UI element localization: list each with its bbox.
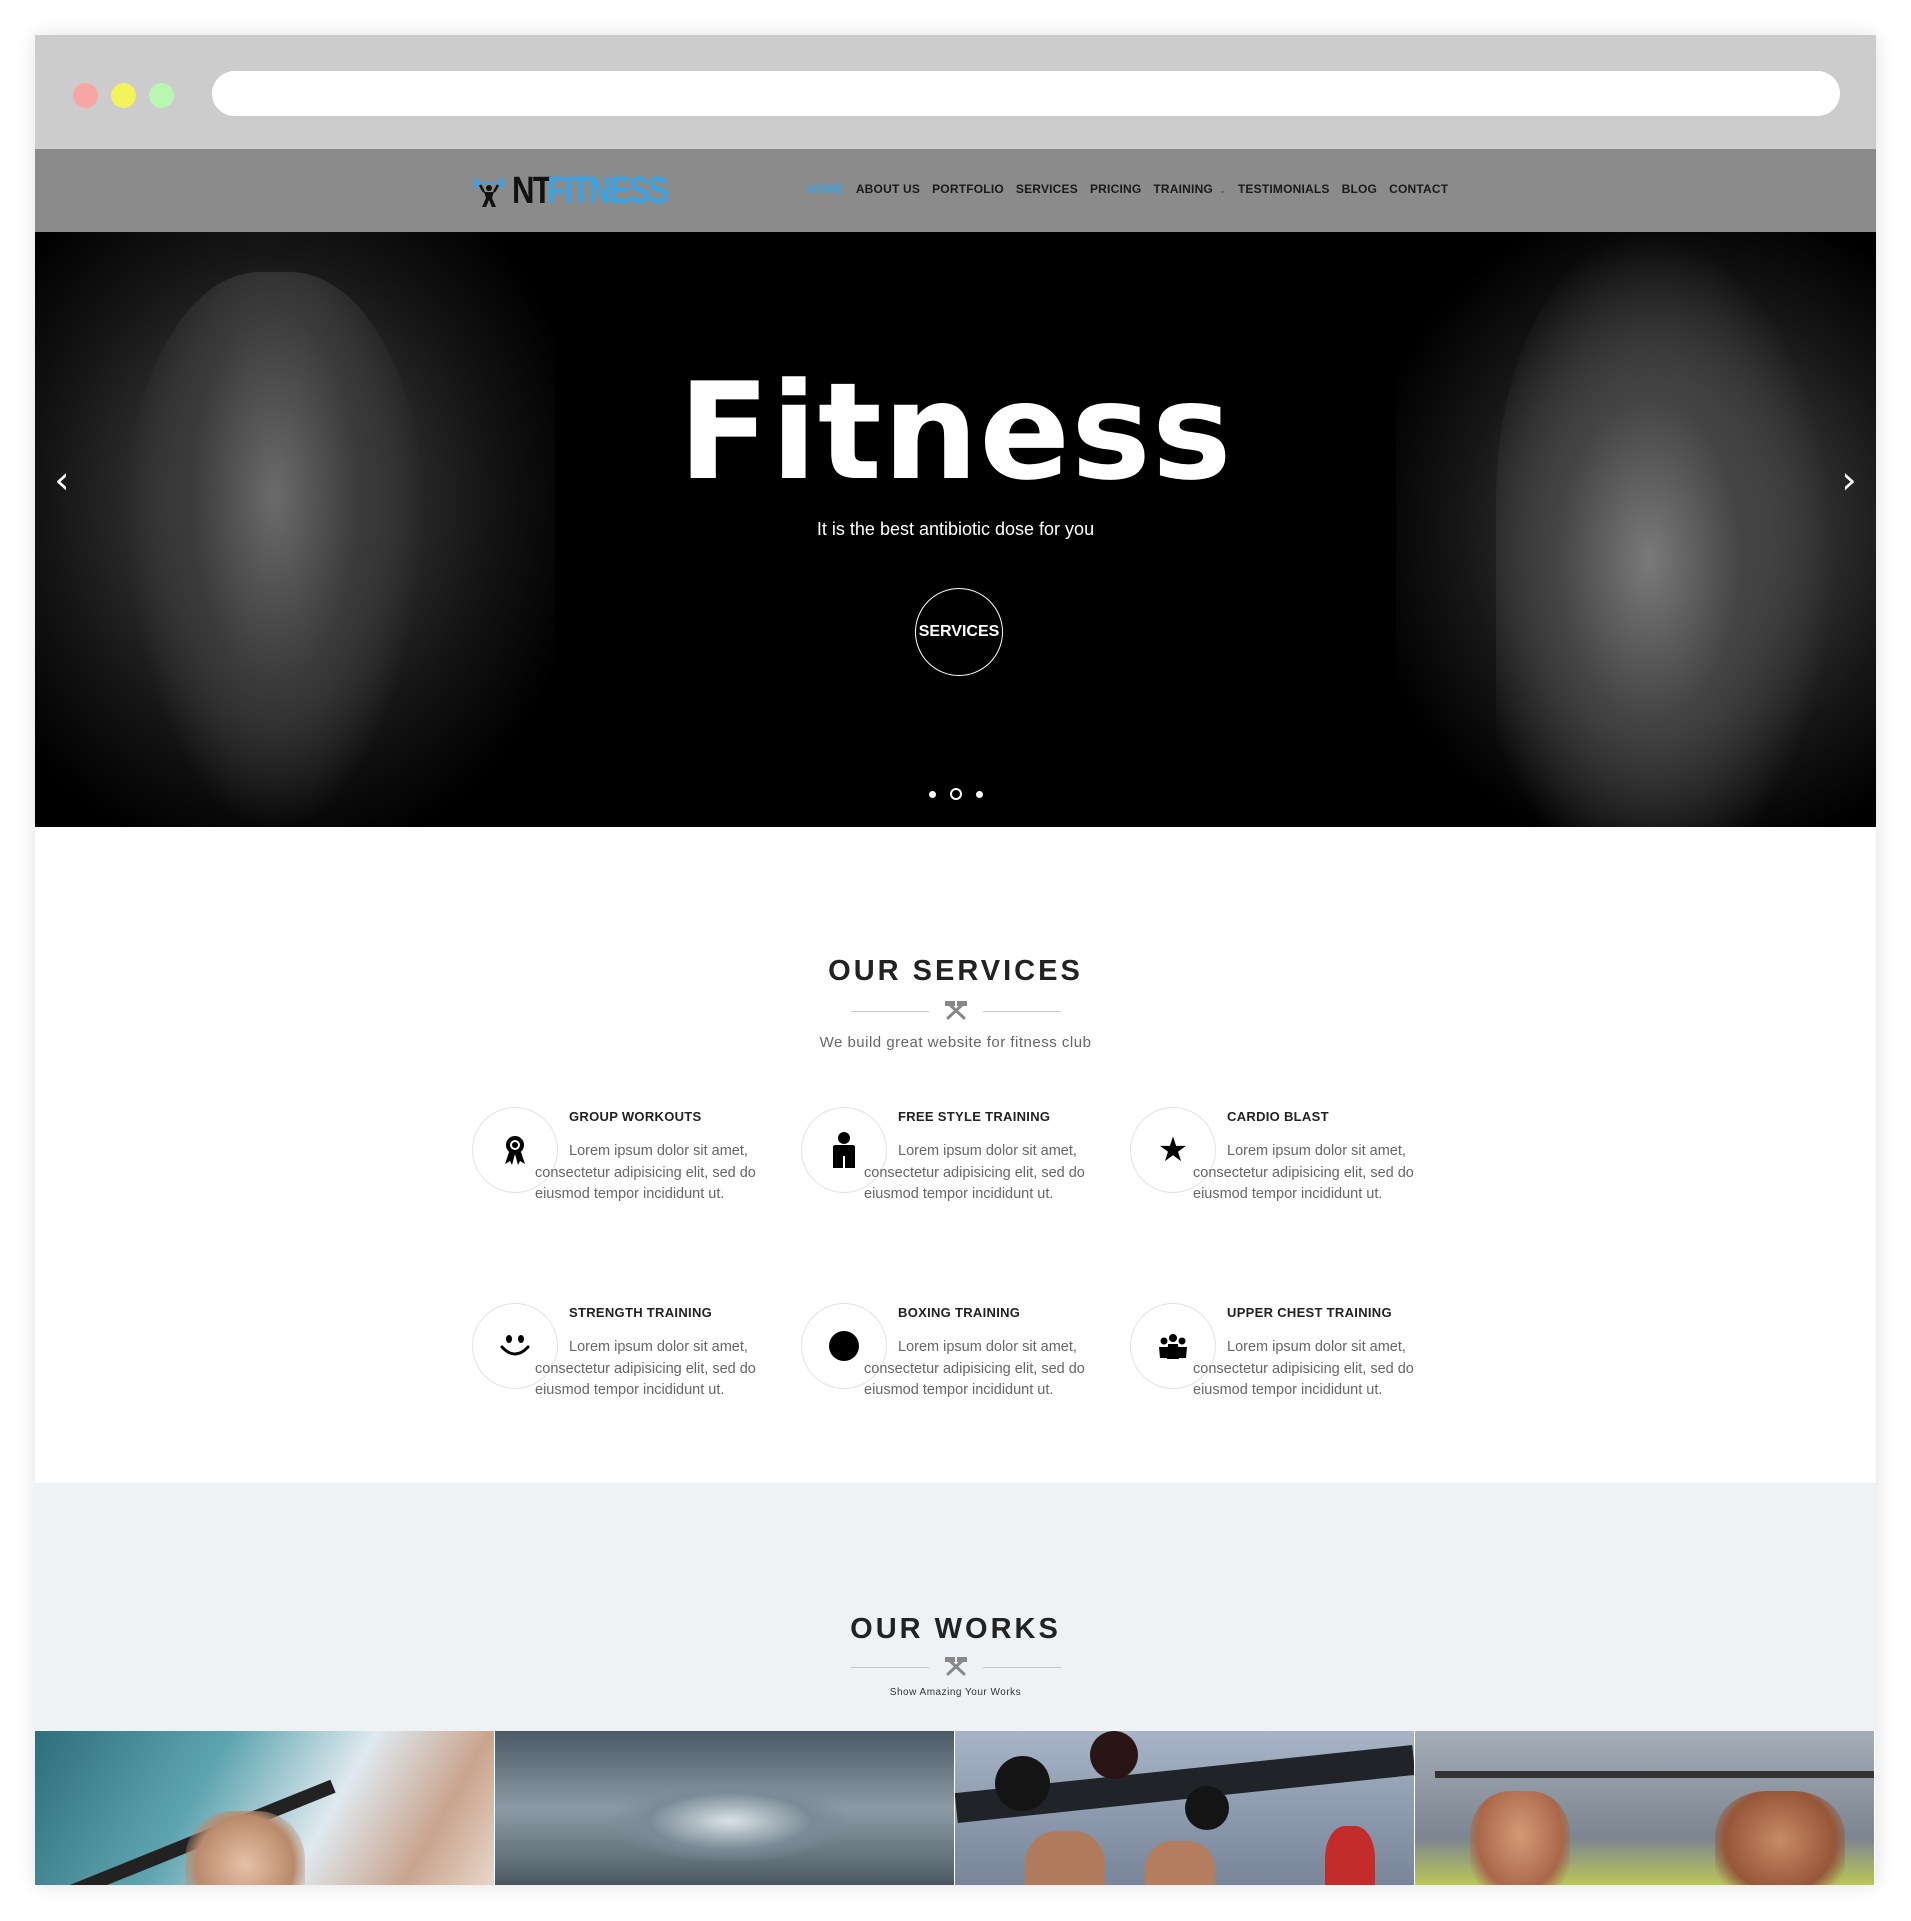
minimize-window-button[interactable]	[111, 83, 136, 108]
slider-dot-active[interactable]	[949, 788, 962, 800]
divider-line	[982, 1010, 1061, 1012]
works-gallery	[35, 1731, 1876, 1885]
service-item: UPPER CHEST TRAINING Lorem ipsum dolor s…	[1130, 1303, 1440, 1443]
service-description: Lorem ipsum dolor sit amet, consectetur …	[1193, 1143, 1414, 1202]
athlete-figure	[1325, 1826, 1375, 1885]
hero-slider: Fitness It is the best antibiotic dose f…	[35, 232, 1876, 827]
browser-window: NT FITNESS HOME ABOUT US PORTFOLIO SERVI…	[35, 35, 1876, 1885]
service-description: Lorem ipsum dolor sit amet, consectetur …	[1193, 1339, 1414, 1398]
service-title: UPPER CHEST TRAINING	[1227, 1305, 1392, 1320]
medicine-ball	[995, 1756, 1050, 1811]
slider-pagination	[35, 788, 1876, 800]
nav-item-home[interactable]: HOME	[807, 182, 844, 196]
address-bar[interactable]	[212, 71, 1840, 116]
works-divider	[35, 1656, 1876, 1678]
service-item: STRENGTH TRAINING Lorem ipsum dolor sit …	[472, 1303, 782, 1443]
works-title: OUR WORKS	[850, 1613, 1061, 1645]
service-item: ★ CARDIO BLAST Lorem ipsum dolor sit ame…	[1130, 1107, 1440, 1247]
nav-item-training[interactable]: TRAINING ⌄	[1153, 182, 1226, 196]
maximize-window-button[interactable]	[149, 83, 174, 108]
service-item: BOXING TRAINING Lorem ipsum dolor sit am…	[801, 1303, 1111, 1443]
work-tile-gym-pullup-woman[interactable]	[35, 1731, 495, 1885]
nav-item-services[interactable]: SERVICES	[1016, 182, 1078, 196]
nav-item-testimonials[interactable]: TESTIMONIALS	[1238, 182, 1330, 196]
nav-item-pricing[interactable]: PRICING	[1090, 182, 1141, 196]
medicine-ball	[1185, 1786, 1229, 1830]
service-title: CARDIO BLAST	[1227, 1109, 1329, 1124]
logo-text-fitness: FITNESS	[546, 169, 669, 212]
divider-line	[850, 1010, 929, 1012]
hero-subtitle: It is the best antibiotic dose for you	[816, 519, 1095, 539]
service-item: FREE STYLE TRAINING Lorem ipsum dolor si…	[801, 1107, 1111, 1247]
services-divider	[35, 1000, 1876, 1022]
chevron-down-icon: ⌄	[1218, 186, 1226, 195]
work-tile-swimmer[interactable]	[495, 1731, 955, 1885]
person-figure	[185, 1811, 305, 1885]
slider-dot[interactable]	[975, 790, 983, 798]
close-window-button[interactable]	[73, 83, 98, 108]
browser-chrome	[35, 35, 1876, 149]
nav-item-contact[interactable]: CONTACT	[1389, 182, 1448, 196]
crossed-hammers-icon	[944, 1657, 967, 1676]
athlete-figure	[1025, 1831, 1105, 1885]
athlete-figure	[1715, 1791, 1845, 1885]
nav-item-portfolio[interactable]: PORTFOLIO	[932, 182, 1004, 196]
site-header: NT FITNESS HOME ABOUT US PORTFOLIO SERVI…	[35, 149, 1876, 232]
works-subtitle: Show Amazing Your Works	[889, 1687, 1022, 1698]
service-title: STRENGTH TRAINING	[569, 1305, 713, 1320]
logo-text-nt: NT	[512, 169, 552, 212]
services-title: OUR SERVICES	[828, 955, 1083, 987]
nav-item-blog[interactable]: BLOG	[1342, 182, 1377, 196]
hero-title: Fitness	[678, 354, 1233, 510]
services-subtitle: We build great website for fitness club	[819, 1034, 1092, 1051]
slider-dot[interactable]	[928, 790, 936, 798]
service-description: Lorem ipsum dolor sit amet, consectetur …	[864, 1339, 1085, 1398]
divider-line	[850, 1666, 929, 1668]
divider-line	[982, 1666, 1061, 1668]
service-description: Lorem ipsum dolor sit amet, consectetur …	[535, 1143, 756, 1202]
service-title: BOXING TRAINING	[898, 1305, 1021, 1320]
service-description: Lorem ipsum dolor sit amet, consectetur …	[535, 1339, 756, 1398]
crossed-hammers-icon	[944, 1001, 967, 1020]
chevron-left-icon[interactable]: ‹	[47, 460, 77, 500]
work-tile-pullup-men[interactable]	[1415, 1731, 1875, 1885]
main-nav: HOME ABOUT US PORTFOLIO SERVICES PRICING…	[807, 182, 1460, 196]
chevron-right-icon[interactable]: ›	[1834, 460, 1864, 500]
nav-item-about-us[interactable]: ABOUT US	[856, 182, 920, 196]
service-description: Lorem ipsum dolor sit amet, consectetur …	[864, 1143, 1085, 1202]
athlete-figure	[1145, 1841, 1215, 1885]
hero-services-button[interactable]: SERVICES	[915, 588, 1003, 676]
dumbbell-man-icon	[474, 178, 504, 207]
work-tile-medicine-ball[interactable]	[955, 1731, 1415, 1885]
site-logo[interactable]: NT FITNESS	[472, 169, 693, 213]
service-item: GROUP WORKOUTS Lorem ipsum dolor sit ame…	[472, 1107, 782, 1247]
service-title: GROUP WORKOUTS	[569, 1109, 702, 1124]
medicine-ball	[1090, 1731, 1138, 1779]
service-title: FREE STYLE TRAINING	[898, 1109, 1051, 1124]
works-section: OUR WORKS Show Amazing Your Works	[35, 1483, 1876, 1885]
nav-item-training-label: TRAINING	[1153, 182, 1213, 196]
athlete-figure	[1470, 1791, 1570, 1885]
services-section: OUR SERVICES We build great website for …	[35, 827, 1876, 1483]
swimmer-figure	[615, 1781, 845, 1861]
pullup-bar	[1435, 1771, 1874, 1778]
